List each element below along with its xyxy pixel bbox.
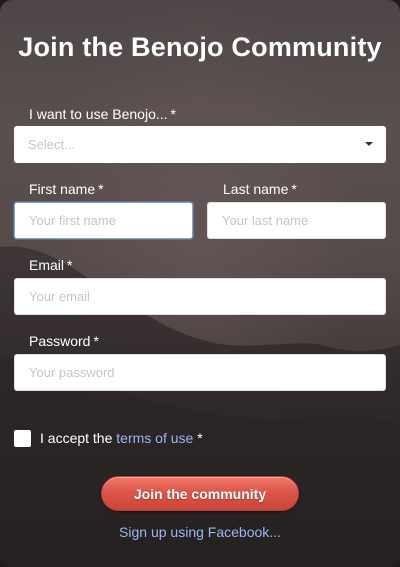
required-marker: * (93, 333, 99, 349)
facebook-signup-link[interactable]: Sign up using Facebook... (0, 524, 400, 540)
password-label: Password * (29, 333, 99, 349)
use-select[interactable]: Select... (14, 126, 386, 163)
terms-of-use-link[interactable]: terms of use (116, 430, 193, 446)
last-name-input[interactable] (207, 202, 386, 239)
terms-checkbox[interactable] (14, 430, 31, 447)
page-title: Join the Benojo Community (18, 32, 382, 62)
required-marker: * (170, 106, 176, 122)
first-name-label: First name * (29, 181, 104, 197)
required-marker: * (98, 181, 104, 197)
signup-card: Join the Benojo Community I want to use … (0, 0, 400, 567)
use-select-value: Select... (28, 137, 75, 152)
email-label: Email * (29, 257, 73, 273)
first-name-input[interactable] (14, 202, 193, 239)
caret-down-icon (365, 142, 373, 146)
required-marker: * (67, 257, 73, 273)
last-name-label: Last name * (223, 181, 297, 197)
terms-label: I accept the terms of use * (40, 430, 203, 446)
use-label: I want to use Benojo... * (29, 106, 176, 122)
required-marker: * (197, 430, 203, 446)
email-input[interactable] (14, 278, 386, 315)
join-community-button[interactable]: Join the community (101, 476, 299, 511)
required-marker: * (291, 181, 297, 197)
password-input[interactable] (14, 354, 386, 391)
